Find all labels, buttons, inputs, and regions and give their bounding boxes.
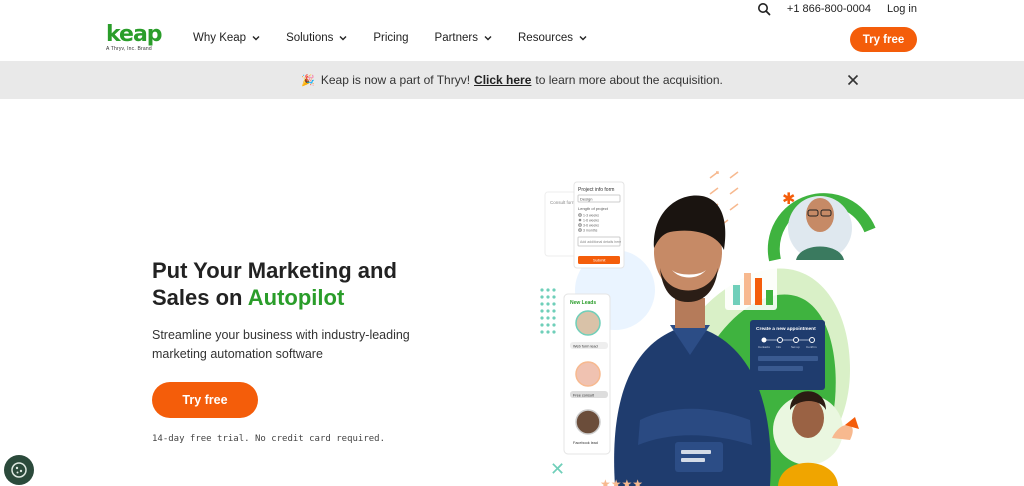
hero-try-free-button[interactable]: Try free [152,382,258,418]
asterisk-decoration: ✱ [782,189,795,208]
chevron-down-icon [484,36,492,41]
nav-label: Pricing [373,32,409,44]
lead-tag: Web form lead [573,345,598,349]
lead-avatar [575,361,601,387]
hero-title-line2: Sales on Autopilot [152,284,452,311]
hero-title: Put Your Marketing and Sales on Autopilo… [152,257,452,311]
lead-tag: Facebook lead [573,441,598,445]
appointment-card: Create a new appointment Contacts Info S… [750,320,825,390]
nav-label: Partners [434,32,478,44]
login-link[interactable]: Log in [887,3,917,15]
hero-title-prefix: Sales on [152,285,248,310]
leads-title: New Leads [570,300,596,306]
lead-avatar [575,310,601,336]
appointment-step: Set up [791,345,800,349]
site-header: keap A Thryv, Inc. Brand Why Keap Soluti… [0,20,1024,60]
banner-text: Keap is now a part of Thryv! [320,73,471,87]
keap-logo[interactable]: keap A Thryv, Inc. Brand [106,22,166,55]
x-decoration: ✕ [550,459,565,480]
hero-title-line1: Put Your Marketing and [152,258,397,283]
nav-label: Solutions [286,32,334,44]
chevron-down-icon [579,36,587,41]
utility-bar: +1 866-800-0004 Log in [757,0,917,18]
phone-link[interactable]: +1 866-800-0004 [787,3,871,15]
hero-illustration: Consult form Project info form Design Le… [540,171,876,486]
chevron-down-icon [252,36,260,41]
appointment-step: Contacts [758,345,770,349]
form-option: 1-6 weeks [583,218,599,222]
nav-item-resources[interactable]: Resources [518,32,587,44]
header-try-free-button[interactable]: Try free [850,27,917,52]
banner-text-after: to learn more about the acquisition. [535,73,723,87]
appointment-step: Confirm [806,345,817,349]
dot-pattern-decoration [540,288,556,334]
ghost-card-title: Consult form [550,200,576,205]
stars-decoration: ★★★★ [600,477,643,486]
nav-label: Why Keap [193,32,247,44]
nav-label: Resources [518,32,573,44]
form-select-value: Design [580,197,592,202]
form-label: Length of project [578,206,609,211]
form-option: 1-3 weeks [583,213,599,217]
chevron-down-icon [339,36,347,41]
hero-subtitle: Streamline your business with industry-l… [152,328,410,361]
form-submit: Submit [593,258,606,263]
main-nav: Why Keap Solutions Pricing Partners Reso… [193,32,613,44]
bar-chart-graphic [725,265,777,310]
project-info-form-card: Project info form Design Length of proje… [573,181,625,269]
lead-tag: Free consult [573,394,595,398]
announcement-banner: 🎉 Keap is now a part of Thryv! Click her… [0,61,1024,99]
nav-item-pricing[interactable]: Pricing [373,32,408,44]
nav-item-why-keap[interactable]: Why Keap [193,32,260,44]
nav-item-solutions[interactable]: Solutions [286,32,347,44]
form-input-placeholder: Add additional details here [580,240,621,244]
close-icon[interactable] [847,74,859,86]
hero-fine-print: 14-day free trial. No credit card requir… [152,434,385,444]
form-option: 3-6 weeks [583,223,599,227]
hero-title-accent: Autopilot [247,285,345,310]
lead-avatar [575,409,601,435]
search-icon[interactable] [757,2,771,16]
party-popper-icon: 🎉 [301,74,315,87]
new-leads-card: New Leads Web form lead Free consult Fac… [563,293,611,455]
form-option: 3 months [583,228,598,232]
appointment-step: Info [776,345,781,349]
checklist-card [675,442,723,472]
form-title: Project info form [578,187,614,193]
nav-item-partners[interactable]: Partners [435,32,492,44]
logo-wordmark: keap [106,22,163,47]
banner-click-here-link[interactable]: Click here [474,73,531,87]
appointment-title: Create a new appointment [756,326,816,332]
cookie-icon [11,462,27,478]
cookie-settings-button[interactable] [4,455,34,485]
